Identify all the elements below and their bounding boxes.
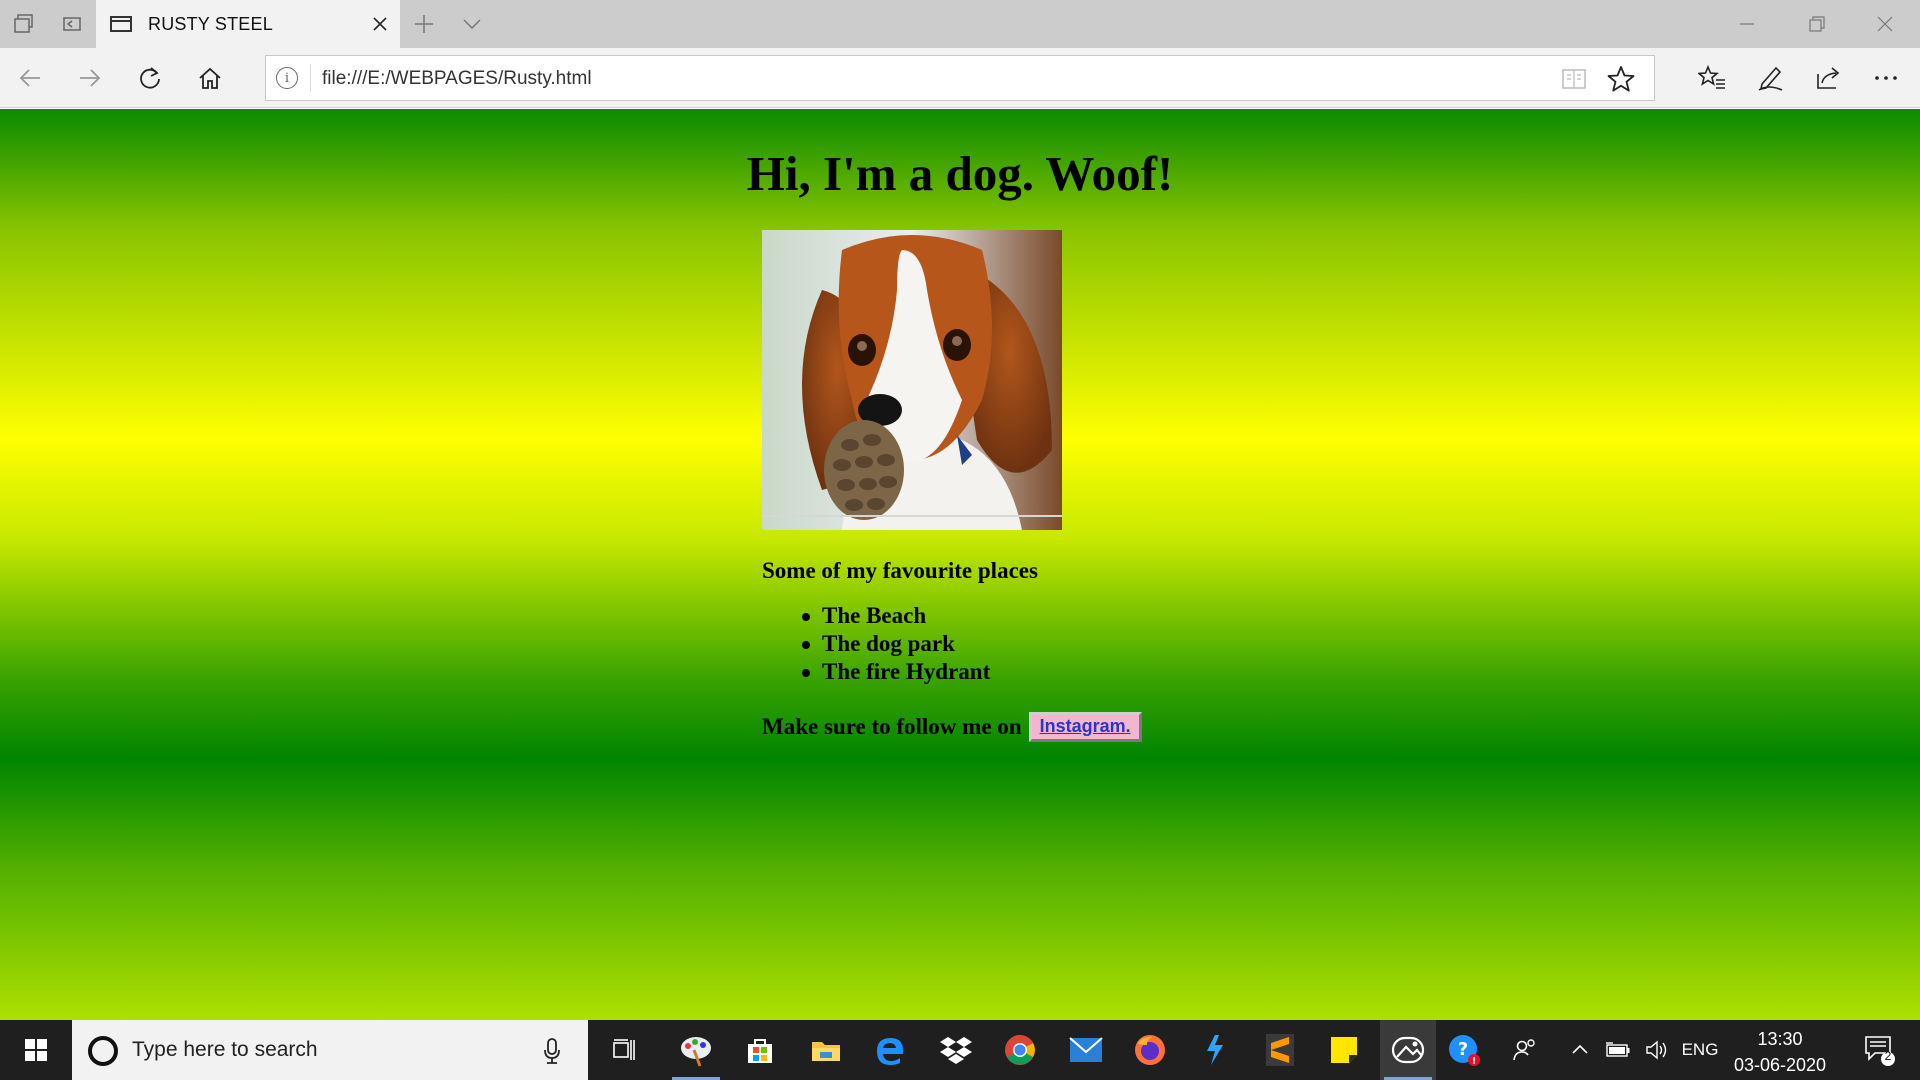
follow-line: Make sure to follow me on Instagram. [762,712,1142,742]
refresh-icon[interactable] [126,54,174,102]
volume-icon[interactable] [1640,1020,1676,1080]
share-icon[interactable] [1804,54,1852,102]
action-center-icon[interactable]: 2 [1850,1020,1910,1080]
page-icon [110,16,132,32]
close-tab-icon[interactable] [360,4,400,44]
system-clock[interactable]: 13:30 03-06-2020 [1725,1026,1835,1078]
instagram-link[interactable]: Instagram. [1028,712,1142,742]
windows-start-icon[interactable] [0,1020,72,1080]
favorites-icon[interactable] [1688,54,1736,102]
list-item: The dog park [802,630,1142,658]
file-explorer-icon[interactable] [798,1020,854,1080]
navigation-bar: i file:///E:/WEBPAGES/Rusty.html [0,48,1920,108]
microphone-icon[interactable] [542,1036,562,1066]
chevron-up-icon[interactable] [1564,1020,1596,1080]
photos-app-icon[interactable] [1380,1020,1436,1080]
taskbar: Type here to search ?! ENG 13:30 03-06-2… [0,1020,1920,1080]
people-icon[interactable] [1500,1020,1550,1080]
edge-browser-icon[interactable] [862,1020,918,1080]
new-tab-icon[interactable] [400,0,448,48]
clock-time: 13:30 [1757,1029,1803,1049]
language-indicator[interactable]: ENG [1680,1020,1720,1080]
search-placeholder[interactable]: Type here to search [132,1038,318,1062]
set-aside-tabs-icon[interactable] [48,0,96,48]
url-text[interactable]: file:///E:/WEBPAGES/Rusty.html [322,68,592,90]
dropbox-icon[interactable] [928,1020,984,1080]
sublime-text-icon[interactable] [1252,1020,1308,1080]
help-icon[interactable]: ?! [1436,1020,1492,1080]
tab-preview-icon[interactable] [0,0,48,48]
add-favorite-star-icon[interactable] [1606,64,1636,94]
back-icon[interactable] [6,54,54,102]
chevron-down-icon[interactable] [448,0,496,48]
tab-strip: RUSTY STEEL [0,0,1920,48]
forward-icon[interactable] [66,54,114,102]
taskbar-search-box[interactable]: Type here to search [72,1020,588,1080]
info-icon[interactable]: i [276,67,298,89]
places-title: Some of my favourite places [762,558,1038,583]
battery-icon[interactable] [1600,1020,1636,1080]
tab-title: RUSTY STEEL [148,13,273,34]
places-list: The Beach The dog park The fire Hydrant [802,602,1142,686]
follow-text: Make sure to follow me on [762,714,1022,739]
notification-count-badge: 2 [1884,1049,1892,1063]
reading-view-icon[interactable] [1561,66,1587,92]
svg-text:?: ? [1458,1039,1468,1060]
cortana-icon[interactable] [88,1036,118,1066]
web-note-pen-icon[interactable] [1746,54,1794,102]
page-heading: Hi, I'm a dog. Woof! [746,146,1174,201]
visual-studio-icon[interactable] [1186,1020,1242,1080]
microsoft-store-icon[interactable] [732,1020,788,1080]
list-item: The fire Hydrant [802,658,1142,686]
mail-icon[interactable] [1058,1020,1114,1080]
firefox-icon[interactable] [1122,1020,1178,1080]
web-page-content: Hi, I'm a dog. Woof! Some of my favourit… [0,109,1920,1020]
address-bar[interactable]: i file:///E:/WEBPAGES/Rusty.html [265,55,1655,101]
more-options-icon[interactable] [1862,54,1910,102]
clock-date: 03-06-2020 [1733,1055,1827,1075]
list-item: The Beach [802,602,1142,630]
close-window-icon[interactable] [1850,0,1920,48]
home-icon[interactable] [186,54,234,102]
restore-icon[interactable] [1782,0,1852,48]
page-body: Some of my favourite places The Beach Th… [762,558,1142,742]
chrome-icon[interactable] [992,1020,1048,1080]
paint-app-icon[interactable] [668,1020,724,1080]
sticky-notes-icon[interactable] [1316,1020,1372,1080]
address-divider [310,64,311,92]
minimize-icon[interactable] [1712,0,1782,48]
tab-rusty-steel[interactable]: RUSTY STEEL [96,0,400,48]
task-view-icon[interactable] [596,1020,652,1080]
dog-photo [762,230,1062,530]
svg-text:!: ! [1472,1056,1477,1067]
